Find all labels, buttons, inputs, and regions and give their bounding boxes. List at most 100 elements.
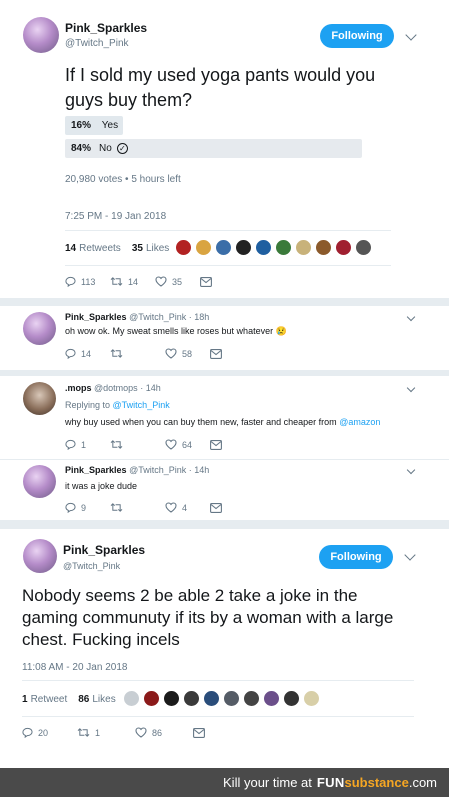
avatar[interactable] — [23, 465, 56, 498]
liker-avatar[interactable] — [195, 239, 212, 256]
footer-fun: FUN — [316, 775, 345, 790]
chevron-down-icon[interactable] — [406, 465, 416, 475]
following-button[interactable]: Following — [319, 545, 393, 569]
divider — [22, 680, 414, 681]
reply-icon — [65, 439, 76, 450]
author-name[interactable]: Pink_Sparkles — [65, 465, 127, 475]
reply-button[interactable]: 20 — [22, 727, 77, 738]
reply-time[interactable]: 14h — [146, 383, 161, 393]
author-handle[interactable]: @Twitch_Pink — [129, 465, 186, 475]
liker-avatar[interactable] — [283, 690, 300, 707]
message-button[interactable] — [200, 276, 217, 287]
mention-link[interactable]: @Twitch_Pink — [113, 400, 170, 410]
liker-avatar[interactable] — [123, 690, 140, 707]
reply-button[interactable]: 14 — [65, 348, 110, 359]
retweets-label[interactable]: Retweets — [79, 243, 121, 254]
tweet-timestamp[interactable]: 7:25 PM - 19 Jan 2018 — [65, 211, 166, 222]
chevron-down-icon[interactable] — [405, 29, 417, 41]
liker-avatar[interactable] — [235, 239, 252, 256]
retweet-count: 1 — [95, 727, 101, 738]
reply-count: 20 — [38, 727, 49, 738]
liker-avatar[interactable] — [163, 690, 180, 707]
likes-count[interactable]: 35 — [132, 243, 143, 254]
liker-avatar[interactable] — [175, 239, 192, 256]
envelope-icon — [210, 439, 222, 450]
retweets-count[interactable]: 14 — [65, 243, 76, 254]
sad-face-icon: 😢 — [275, 326, 287, 336]
like-button[interactable]: 58 — [165, 348, 210, 359]
retweet-button[interactable]: 1 — [77, 727, 135, 738]
message-button[interactable] — [210, 502, 227, 513]
liker-avatar[interactable] — [295, 239, 312, 256]
envelope-icon — [193, 727, 205, 738]
retweets-label[interactable]: Retweet — [31, 694, 68, 705]
message-button[interactable] — [210, 439, 227, 450]
message-button[interactable] — [210, 348, 227, 359]
author-handle[interactable]: @Twitch_Pink — [65, 38, 129, 49]
following-button[interactable]: Following — [320, 24, 394, 48]
liker-avatar[interactable] — [263, 690, 280, 707]
author-handle[interactable]: @Twitch_Pink — [129, 312, 186, 322]
footer-suffix: .com — [408, 775, 437, 790]
avatar[interactable] — [23, 382, 56, 415]
avatar[interactable] — [23, 312, 56, 345]
engagement-stats: 14 Retweets 35 Likes — [65, 243, 169, 254]
chevron-down-icon[interactable] — [406, 312, 416, 322]
liker-avatar[interactable] — [303, 690, 320, 707]
retweet-button[interactable] — [110, 439, 165, 450]
avatar[interactable] — [23, 17, 59, 53]
like-button[interactable]: 35 — [155, 276, 200, 287]
like-count: 35 — [172, 276, 183, 287]
replying-prefix: Replying to — [65, 400, 111, 410]
mention-link[interactable]: @amazon — [339, 417, 380, 427]
poll-option: 84% No ✓ — [71, 143, 128, 154]
envelope-icon — [210, 502, 222, 513]
liker-avatar[interactable] — [335, 239, 352, 256]
avatar[interactable] — [23, 539, 57, 573]
poll-label: Yes — [101, 120, 119, 131]
message-button[interactable] — [193, 727, 210, 738]
liker-avatar[interactable] — [143, 690, 160, 707]
liker-avatar[interactable] — [223, 690, 240, 707]
retweet-button[interactable]: 14 — [110, 276, 155, 287]
author-handle[interactable]: @dotmops — [94, 383, 138, 393]
heart-icon — [165, 439, 177, 450]
liker-avatar[interactable] — [355, 239, 372, 256]
retweet-button[interactable] — [110, 348, 165, 359]
retweet-icon — [77, 728, 90, 737]
divider — [0, 459, 449, 460]
retweets-count[interactable]: 1 — [22, 694, 28, 705]
liker-avatar[interactable] — [215, 239, 232, 256]
author-name[interactable]: Pink_Sparkles — [65, 312, 127, 322]
reply-button[interactable]: 1 — [65, 439, 110, 450]
reply-time[interactable]: 18h — [194, 312, 209, 322]
reply-button[interactable]: 113 — [65, 276, 110, 287]
liker-avatar[interactable] — [203, 690, 220, 707]
liker-avatar[interactable] — [255, 239, 272, 256]
like-button[interactable]: 86 — [135, 727, 193, 738]
liker-avatar[interactable] — [183, 690, 200, 707]
author-name[interactable]: Pink_Sparkles — [65, 21, 147, 35]
tweet-actions: 14 58 — [65, 348, 227, 359]
likes-label[interactable]: Likes — [92, 694, 115, 705]
author-handle[interactable]: @Twitch_Pink — [63, 561, 120, 571]
retweet-button[interactable] — [110, 502, 165, 513]
author-name[interactable]: .mops — [65, 383, 92, 393]
tweet-timestamp[interactable]: 11:08 AM - 20 Jan 2018 — [22, 662, 127, 673]
liker-avatar[interactable] — [243, 690, 260, 707]
liker-avatar[interactable] — [315, 239, 332, 256]
likes-count[interactable]: 86 — [78, 694, 89, 705]
likers-avatars — [175, 239, 375, 256]
likes-label[interactable]: Likes — [146, 243, 169, 254]
like-button[interactable]: 64 — [165, 439, 210, 450]
like-button[interactable]: 4 — [165, 502, 210, 513]
liker-avatar[interactable] — [275, 239, 292, 256]
author-name[interactable]: Pink_Sparkles — [63, 543, 145, 557]
heart-icon — [155, 276, 167, 287]
replying-to: Replying to @Twitch_Pink — [65, 400, 170, 410]
chevron-down-icon[interactable] — [406, 383, 416, 393]
chevron-down-icon[interactable] — [404, 549, 416, 561]
reply-time[interactable]: 14h — [194, 465, 209, 475]
reply-button[interactable]: 9 — [65, 502, 110, 513]
divider — [0, 298, 449, 306]
